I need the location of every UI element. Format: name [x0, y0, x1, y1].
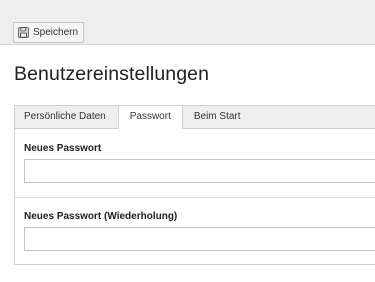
tab-bar: Persönliche Daten Passwort Beim Start — [15, 106, 375, 129]
toolbar: Speichern — [0, 0, 375, 45]
new-password-repeat-label: Neues Passwort (Wiederholung) — [24, 211, 178, 222]
page-title: Benutzereinstellungen — [14, 63, 210, 85]
tab-on-start[interactable]: Beim Start — [183, 106, 252, 128]
tab-personal-data[interactable]: Persönliche Daten — [15, 106, 119, 128]
new-password-repeat-field[interactable] — [24, 227, 375, 251]
field-divider — [15, 197, 375, 198]
save-icon — [18, 27, 29, 38]
new-password-field[interactable] — [24, 159, 375, 183]
new-password-label: Neues Passwort — [24, 143, 102, 154]
tab-password[interactable]: Passwort — [117, 106, 183, 129]
save-button[interactable]: Speichern — [13, 22, 85, 43]
save-button-label: Speichern — [33, 27, 79, 38]
settings-tabs: Persönliche Daten Passwort Beim Start Ne… — [14, 105, 375, 265]
